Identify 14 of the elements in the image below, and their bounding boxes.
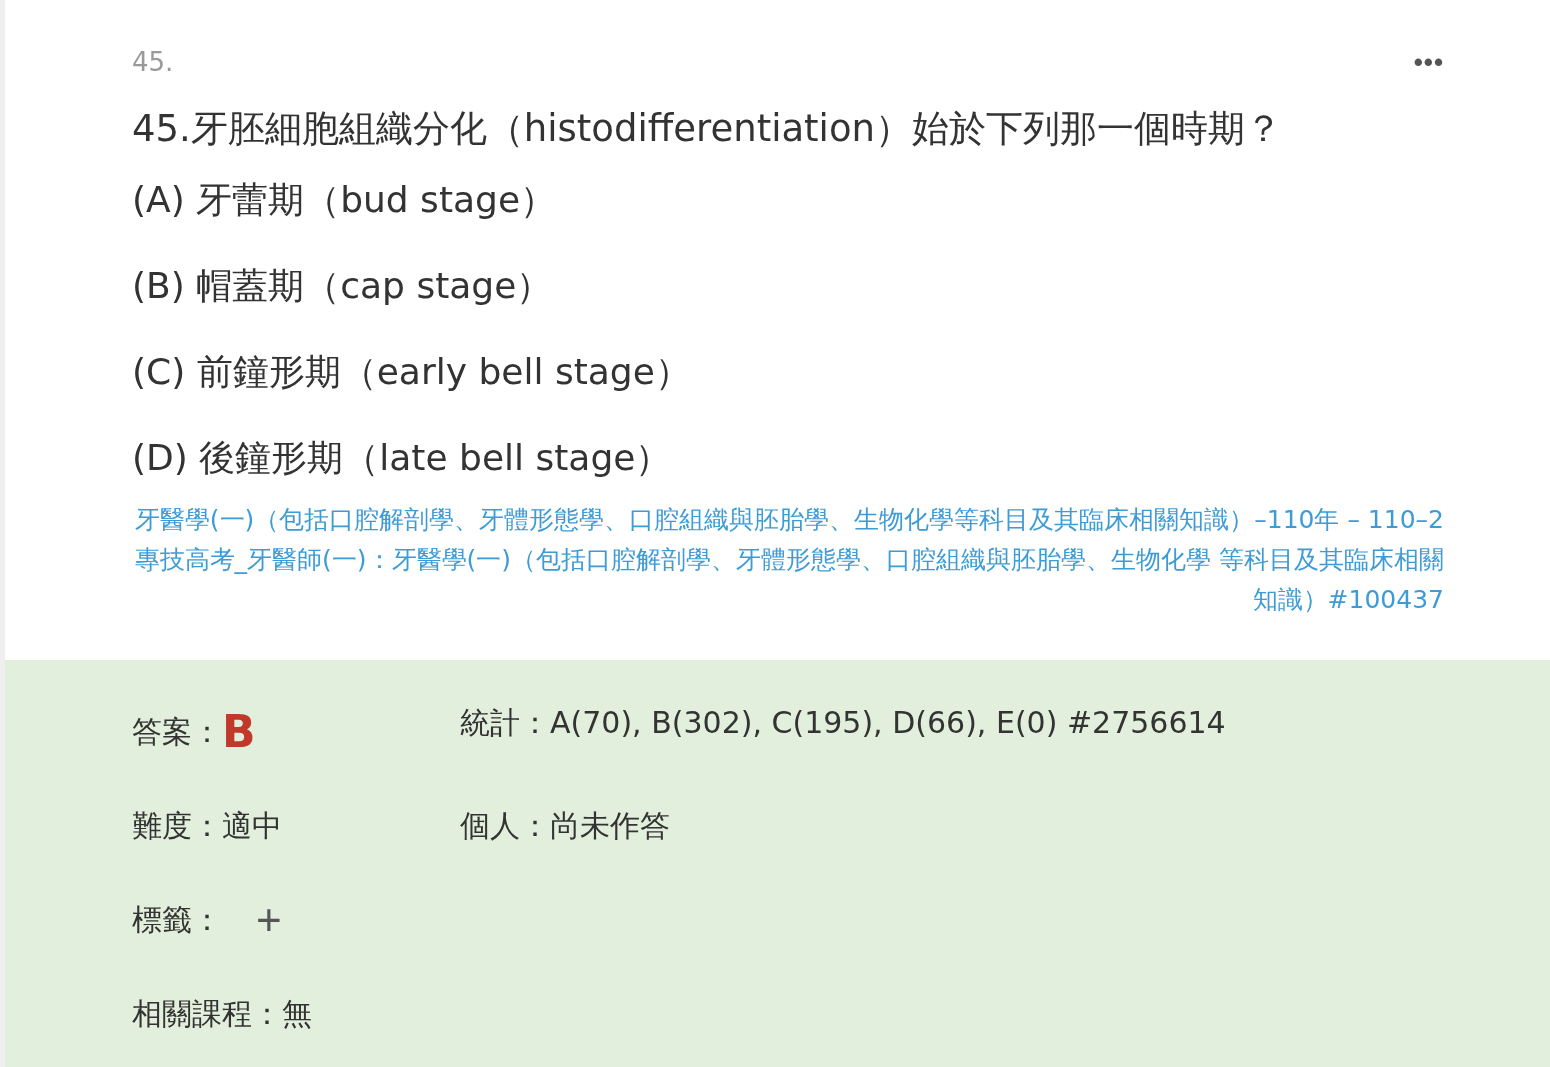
answer-option: (C) 前鐘形期（early bell stage）	[132, 344, 1444, 430]
answer-label: 答案：	[132, 712, 222, 751]
statistics-text: 統計：A(70), B(302), C(195), D(66), E(0) #2756614	[460, 703, 1226, 742]
question-number: 45.	[132, 47, 174, 77]
more-menu-button[interactable]: •••	[1413, 46, 1444, 78]
answer-value: B	[222, 710, 256, 754]
answer-option: (A) 牙蕾期（bud stage）	[132, 172, 1444, 258]
answer-option: (B) 帽蓋期（cap stage）	[132, 258, 1444, 344]
tags-label: 標籤：	[132, 900, 222, 939]
add-tag-button[interactable]: +	[252, 898, 286, 942]
related-courses-text: 相關課程：無	[132, 994, 313, 1033]
question-text: 45.牙胚細胞組織分化（histodifferentiation）始於下列那一個時期？	[132, 106, 1283, 152]
personal-status-text: 個人：尚未作答	[460, 806, 670, 845]
difficulty-text: 難度：適中	[132, 806, 283, 845]
